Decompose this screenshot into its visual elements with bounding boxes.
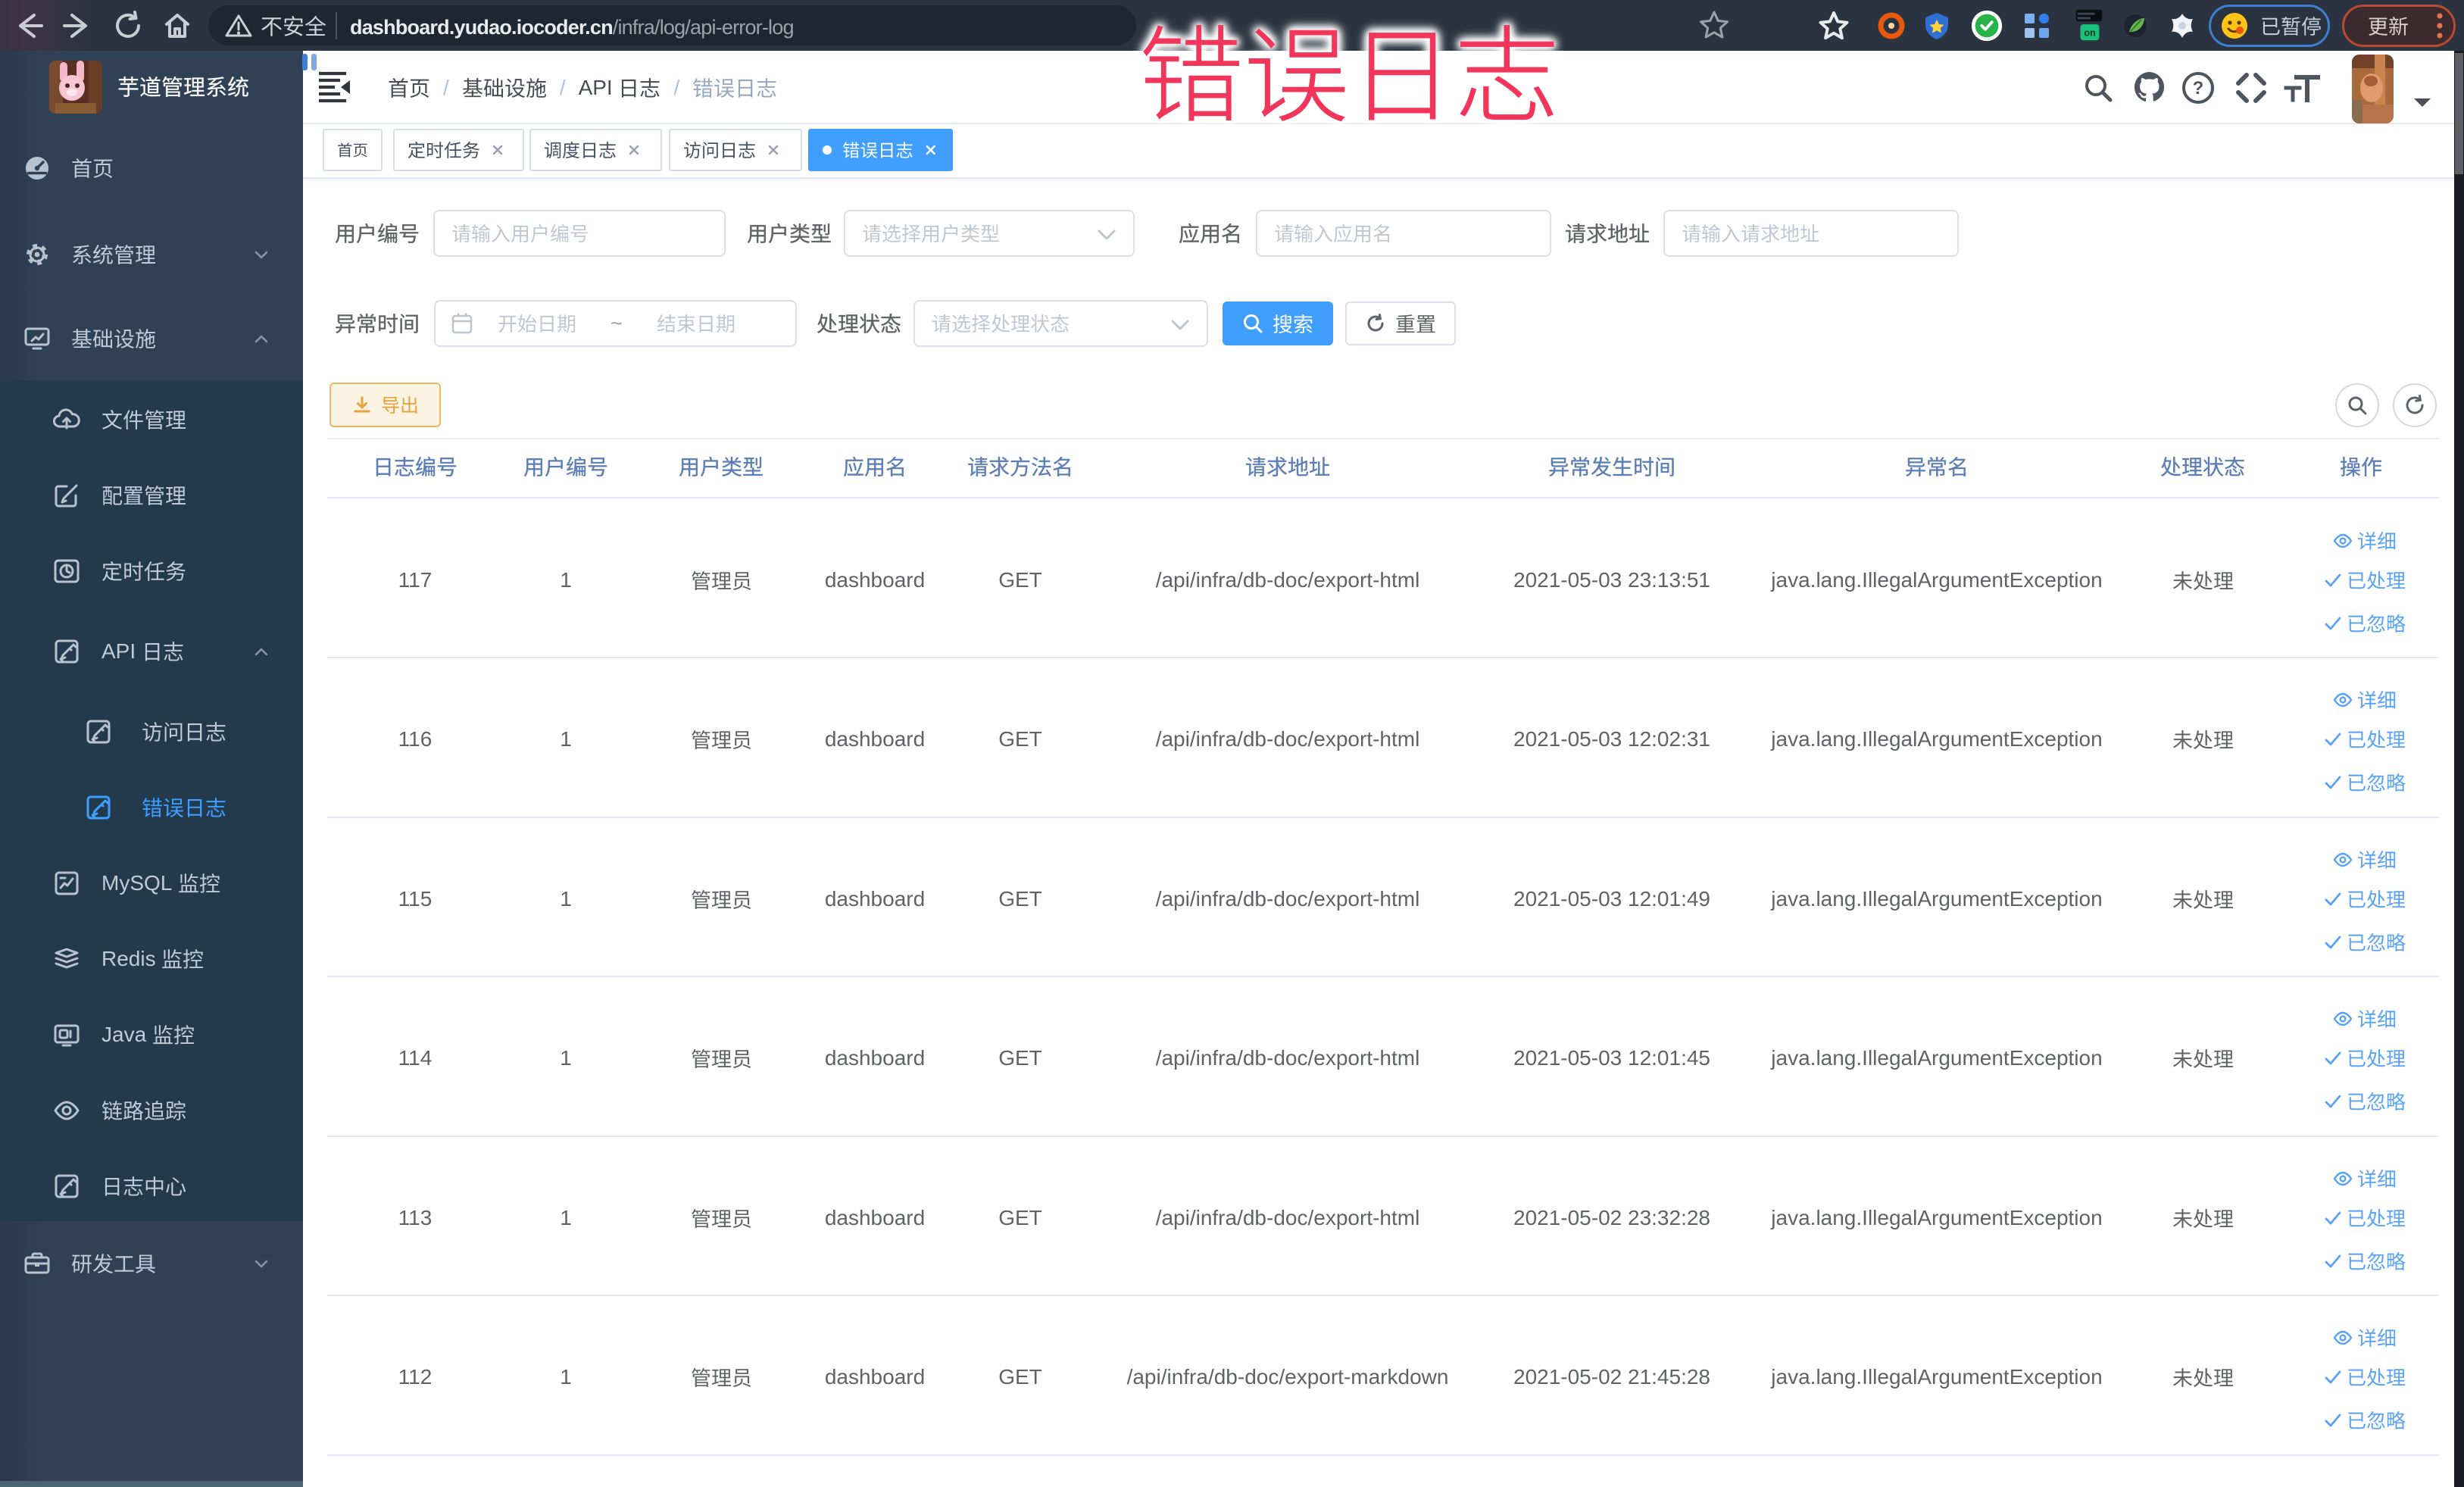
svg-text:on: on	[2084, 27, 2095, 38]
svg-text:?: ?	[2193, 78, 2204, 98]
